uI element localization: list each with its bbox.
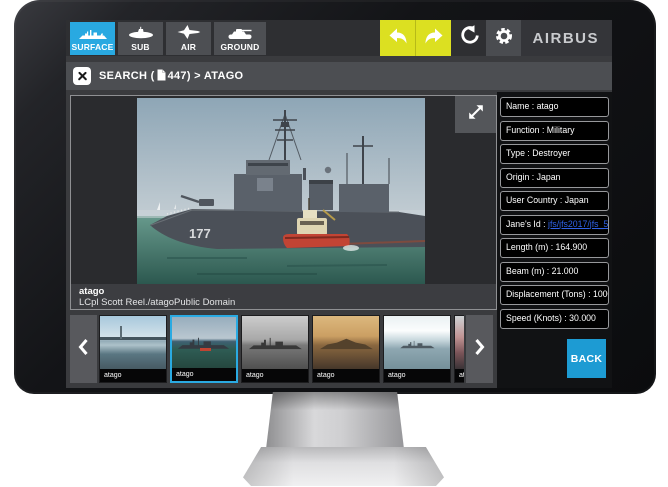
thumbnail-image [242,316,308,369]
hull-number: 177 [189,226,211,241]
detail-function: Function : Military [500,121,609,141]
breadcrumb-prefix: SEARCH ( [99,70,155,82]
thumbnail-carousel: atago atago atago [99,315,464,383]
submarine-icon [128,26,154,42]
detail-origin: Origin : Japan [500,168,609,188]
monitor-stand-neck [266,392,404,449]
thumbnail-label: atago [100,369,166,382]
tab-ground-label: GROUND [221,42,260,52]
refresh-button[interactable] [451,20,486,56]
breadcrumb-rest: 447) > ATAGO [168,70,244,82]
chevron-right-icon [474,338,485,361]
thumbnail-label: atago [242,369,308,382]
details-panel: Name : atago Function : Military Type : … [497,92,612,388]
thumbnail[interactable]: atago [99,315,167,383]
detail-type: Type : Destroyer [500,144,609,164]
tab-sub[interactable]: SUB [118,22,163,55]
thumbnail-label: atago [313,369,379,382]
back-button[interactable]: BACK [567,339,606,378]
thumbnail-label: atago [455,369,464,382]
detail-janes-id: Jane's Id : jfs/jfs2017/jfs_56... [500,215,609,235]
thumbnail-label: atago [172,368,236,381]
main-ship-photo: 177 [137,98,425,284]
tank-icon [227,26,253,42]
search-breadcrumb-bar: SEARCH ( 447) > ATAGO [66,62,612,90]
image-viewer: 177 [70,95,497,310]
thumbnail-image [100,316,166,369]
undo-icon [387,27,409,50]
detail-length: Length (m) : 164.900 [500,238,609,258]
thumbnail-label: atago [384,369,450,382]
tab-surface[interactable]: SURFACE [70,22,115,55]
close-search-button[interactable] [73,67,91,85]
carousel-prev-button[interactable] [70,315,97,383]
expand-icon [467,103,485,126]
gear-icon [494,26,514,51]
detail-name: Name : atago [500,97,609,117]
fullscreen-button[interactable] [455,96,496,133]
airbus-logo: AIRBUS [521,20,612,56]
detail-beam: Beam (m) : 21.000 [500,262,609,282]
thumbnail-image [172,317,236,368]
detail-displacement: Displacement (Tons) : 10000 [500,285,609,305]
document-icon [157,69,166,84]
breadcrumb: SEARCH ( 447) > ATAGO [99,69,243,84]
thumbnail[interactable]: atago [454,315,464,383]
thumbnail-image [384,316,450,369]
detail-user-country: User Country : Japan [500,191,609,211]
chevron-left-icon [78,338,89,361]
tab-air[interactable]: AIR [166,22,211,55]
carousel-next-button[interactable] [466,315,493,383]
tab-sub-label: SUB [131,42,150,52]
screenshot-root: SURFACE SUB AIR [0,0,668,487]
thumbnail[interactable]: atago [241,315,309,383]
redo-button[interactable] [415,20,451,56]
undo-button[interactable] [380,20,415,56]
thumbnail-image [455,316,464,369]
photo-caption: atago LCpl Scott Reel./atagoPublic Domai… [71,284,496,309]
thumbnail-image [313,316,379,369]
app-window: SURFACE SUB AIR [66,20,612,388]
thumbnail[interactable]: atago [312,315,380,383]
toolbar-actions: AIRBUS [380,20,612,56]
category-tabs: SURFACE SUB AIR [70,22,266,55]
tab-ground[interactable]: GROUND [214,22,266,55]
detail-speed: Speed (Knots) : 30.000 [500,309,609,329]
thumbnail[interactable]: atago [383,315,451,383]
janes-id-link[interactable]: jfs/jfs2017/jfs_56... [548,219,609,230]
settings-button[interactable] [486,20,521,56]
redo-icon [423,27,445,50]
surface-ship-icon [78,26,108,42]
aircraft-icon [177,24,201,42]
caption-credit: LCpl Scott Reel./atagoPublic Domain [79,297,496,308]
refresh-icon [458,25,480,52]
tab-air-label: AIR [181,42,196,52]
caption-title: atago [79,286,496,297]
top-toolbar: SURFACE SUB AIR [66,20,612,56]
monitor-stand-base [243,447,444,486]
tab-surface-label: SURFACE [71,42,113,52]
thumbnail-selected[interactable]: atago [170,315,238,383]
